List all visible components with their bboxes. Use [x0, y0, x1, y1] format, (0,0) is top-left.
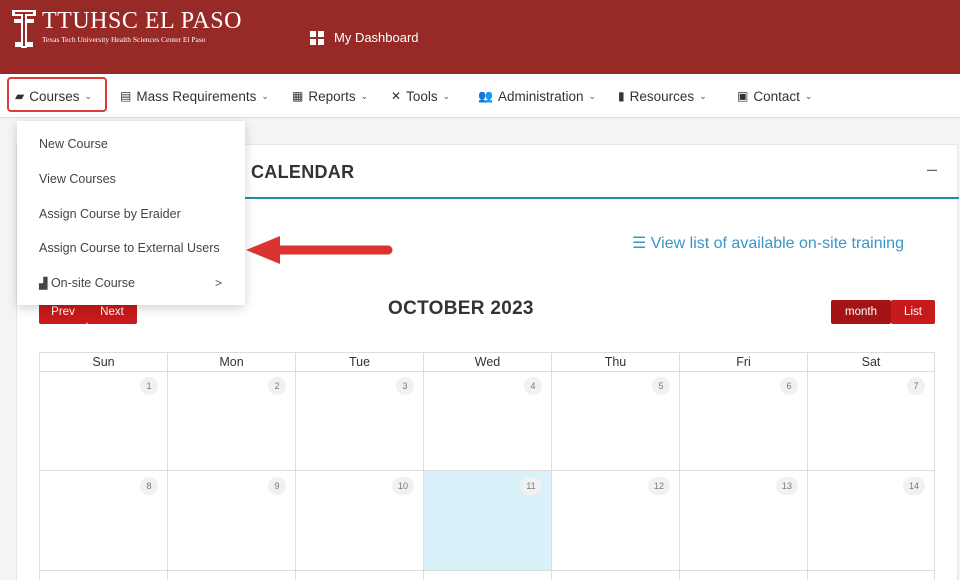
list-view-button[interactable]: List — [891, 300, 935, 324]
calendar-day-cell[interactable]: 14 — [807, 471, 935, 571]
courses-highlight-box — [7, 77, 107, 112]
building-icon: ▟ — [39, 278, 48, 290]
chevron-down-icon: ⌄ — [442, 90, 451, 101]
calendar-icon: ▤ — [120, 89, 132, 103]
chevron-down-icon: ⌄ — [804, 90, 813, 101]
calendar-day-cell-today[interactable]: 11 — [423, 471, 551, 571]
dashboard-label: My Dashboard — [334, 30, 419, 45]
calendar-day-cell[interactable]: 13 — [679, 471, 807, 571]
day-number: 7 — [907, 377, 925, 395]
logo-subtitle: Texas Tech University Health Sciences Ce… — [42, 35, 206, 44]
weekday-mon: Mon — [167, 352, 295, 372]
menu-item-view-courses[interactable]: View Courses — [39, 172, 116, 186]
view-onsite-training-link[interactable]: ☰ View list of available on-site trainin… — [632, 233, 904, 253]
calendar-day-cell[interactable]: 7 — [807, 371, 935, 471]
nav-administration[interactable]: 👥 Administration ⌄ — [478, 74, 596, 118]
calendar-day-cell[interactable]: 9 — [167, 471, 295, 571]
day-number: 14 — [903, 477, 925, 495]
contact-icon: ▣ — [737, 89, 749, 103]
dashboard-icon — [310, 31, 324, 45]
menu-item-new-course[interactable]: New Course — [39, 137, 108, 151]
annotation-arrow-icon — [246, 236, 393, 264]
calendar-day-cell[interactable] — [167, 571, 295, 580]
weekday-header: Sun Mon Tue Wed Thu Fri Sat — [39, 352, 935, 372]
card-title: CALENDAR — [251, 162, 355, 182]
day-number: 8 — [140, 477, 158, 495]
calendar-day-cell[interactable]: 10 — [295, 471, 423, 571]
day-number: 4 — [524, 377, 542, 395]
top-header-bar: TTUHSC EL PASO Texas Tech University Hea… — [0, 0, 960, 74]
users-icon: 👥 — [478, 89, 493, 103]
day-number: 10 — [392, 477, 414, 495]
chevron-down-icon: ⌄ — [588, 90, 597, 101]
chevron-down-icon: ⌄ — [261, 90, 269, 101]
list-icon: ☰ — [632, 235, 647, 252]
calendar-day-cell[interactable]: 5 — [551, 371, 679, 471]
nav-administration-label: Administration — [497, 88, 584, 104]
calendar-day-cell[interactable]: 8 — [39, 471, 167, 571]
weekday-wed: Wed — [423, 352, 551, 372]
calendar-day-cell[interactable] — [295, 571, 423, 580]
my-dashboard-link[interactable]: My Dashboard — [310, 30, 419, 45]
calendar-day-cell[interactable]: 12 — [551, 471, 679, 571]
weekday-sat: Sat — [807, 352, 935, 372]
calendar-month-title: OCTOBER 2023 — [388, 298, 534, 319]
ttuhsc-logo[interactable]: TTUHSC EL PASO Texas Tech University Hea… — [12, 8, 257, 66]
calendar-day-cell[interactable]: 4 — [423, 371, 551, 471]
calendar-day-cell[interactable]: 3 — [295, 371, 423, 471]
weekday-fri: Fri — [679, 352, 807, 372]
calendar-week-row-partial — [39, 571, 935, 580]
calendar-day-cell[interactable] — [423, 571, 551, 580]
menu-item-onsite-course[interactable]: ▟ On-site Course — [39, 276, 135, 290]
logo-title: TTUHSC EL PASO — [42, 8, 242, 34]
calendar-week-row: 1 2 3 4 5 6 7 — [39, 371, 935, 471]
nav-resources[interactable]: ▮ Resources ⌄ — [618, 74, 707, 118]
minimize-button[interactable]: – — [927, 159, 937, 180]
weekday-sun: Sun — [39, 352, 167, 372]
menu-item-assign-by-eraider[interactable]: Assign Course by Eraider — [39, 207, 181, 221]
nav-contact[interactable]: ▣ Contact ⌄ — [737, 74, 812, 118]
day-number: 5 — [652, 377, 670, 395]
chevron-down-icon: ⌄ — [360, 90, 369, 101]
nav-mass-requirements-label: Mass Requirements — [136, 88, 257, 104]
calendar-day-cell[interactable] — [679, 571, 807, 580]
weekday-thu: Thu — [551, 352, 679, 372]
menu-item-assign-external-users[interactable]: Assign Course to External Users — [39, 241, 220, 255]
day-number: 13 — [776, 477, 798, 495]
chevron-down-icon: ⌄ — [699, 90, 707, 101]
resources-icon: ▮ — [618, 89, 625, 103]
courses-dropdown-menu: New Course View Courses Assign Course by… — [17, 121, 245, 305]
main-nav: ▰ Courses ⌄ ▤ Mass Requirements ⌄ ▦ Repo… — [0, 74, 960, 118]
nav-tools-label: Tools — [406, 88, 438, 104]
nav-tools[interactable]: ✕ Tools ⌄ — [391, 74, 450, 118]
calendar-day-cell[interactable] — [551, 571, 679, 580]
nav-reports-label: Reports — [308, 88, 356, 104]
view-link-label: View list of available on-site training — [650, 235, 904, 252]
calendar-day-cell[interactable] — [807, 571, 935, 580]
tools-icon: ✕ — [391, 89, 402, 103]
day-number: 3 — [396, 377, 414, 395]
day-number: 9 — [268, 477, 286, 495]
calendar-day-cell[interactable]: 6 — [679, 371, 807, 471]
calendar-day-cell[interactable]: 1 — [39, 371, 167, 471]
weekday-tue: Tue — [295, 352, 423, 372]
day-number: 2 — [268, 377, 286, 395]
day-number: 12 — [648, 477, 670, 495]
double-t-logo-icon — [12, 10, 36, 50]
calendar-week-row: 8 9 10 11 12 13 14 — [39, 471, 935, 571]
nav-contact-label: Contact — [753, 88, 800, 104]
nav-resources-label: Resources — [629, 88, 695, 104]
nav-reports[interactable]: ▦ Reports ⌄ — [292, 74, 368, 118]
calendar-grid: Sun Mon Tue Wed Thu Fri Sat 1 2 3 4 5 6 … — [39, 352, 935, 580]
day-number: 1 — [140, 377, 158, 395]
onsite-course-label: On-site Course — [50, 276, 136, 290]
report-icon: ▦ — [292, 89, 304, 103]
day-number: 6 — [780, 377, 798, 395]
calendar-day-cell[interactable]: 2 — [167, 371, 295, 471]
day-number: 11 — [520, 477, 542, 495]
calendar-day-cell[interactable] — [39, 571, 167, 580]
month-view-button[interactable]: month — [831, 300, 891, 324]
nav-mass-requirements[interactable]: ▤ Mass Requirements ⌄ — [120, 74, 269, 118]
chevron-right-icon: > — [215, 276, 223, 290]
